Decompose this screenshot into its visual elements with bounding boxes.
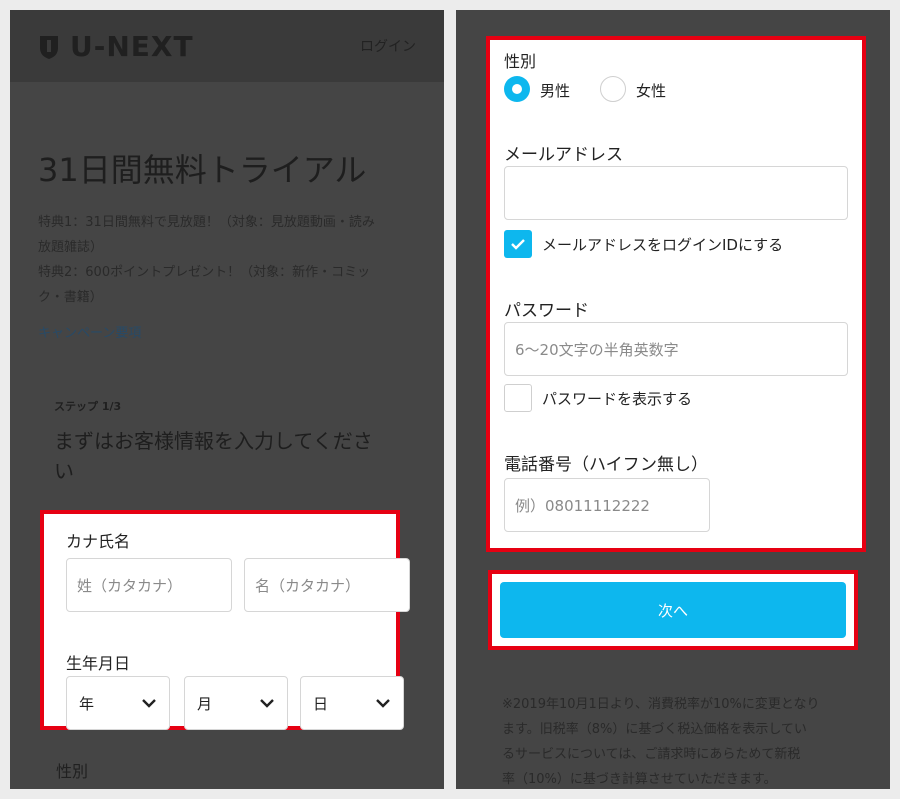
logo-text: U-NEXT <box>70 30 194 63</box>
birthdate-label: 生年月日 <box>66 654 131 673</box>
next-button[interactable]: 次へ <box>500 582 846 638</box>
password-input[interactable]: 6〜20文字の半角英数字 <box>504 322 848 376</box>
gender-label: 性別 <box>504 52 537 71</box>
step-indicator: ステップ 1/3 <box>54 400 122 413</box>
gender-female-radio[interactable] <box>600 76 626 102</box>
check-icon <box>511 239 525 250</box>
benefit-line: 特典1：31日間無料で見放題！（対象：見放題動画・読み <box>38 215 375 230</box>
right-screen: 性別 男性 女性 メールアドレス メールアドレスをログインIDにする パスワード… <box>456 10 890 789</box>
benefit-line: 特典2：600ポイントプレゼント！（対象：新作・コミッ <box>38 265 371 280</box>
campaign-terms-link[interactable]: キャンペーン要項 <box>38 322 141 341</box>
tax-notice-line: るサービスについては、ご請求時にあらためて新税 <box>502 747 801 762</box>
phone-placeholder: 例）08011112222 <box>515 496 650 515</box>
step-heading-line: まずはお客様情報を入力してくださ <box>54 429 373 453</box>
login-link[interactable]: ログイン <box>360 36 416 56</box>
birth-month-select[interactable]: 月 <box>184 676 288 730</box>
name-birth-form-highlight: カナ氏名 姓（カタカナ） 名（カタカナ） 生年月日 年 月 日 <box>40 510 410 730</box>
kana-first-name-input[interactable]: 名（カタカナ） <box>244 558 410 612</box>
gender-label-partial: 性別 <box>56 762 89 781</box>
tax-notice-line: ます。旧税率（8%）に基づく税込価格を表示してい <box>502 722 807 737</box>
email-input[interactable] <box>504 166 848 220</box>
benefits-text: 特典1：31日間無料で見放題！（対象：見放題動画・読み 放題雑誌） 特典2：60… <box>38 210 418 310</box>
email-as-login-id-label[interactable]: メールアドレスをログインIDにする <box>542 234 783 255</box>
kana-last-name-input[interactable]: 姓（カタカナ） <box>66 558 232 612</box>
show-password-checkbox[interactable] <box>504 384 532 412</box>
password-placeholder: 6〜20文字の半角英数字 <box>515 340 679 359</box>
show-password-label[interactable]: パスワードを表示する <box>542 388 692 409</box>
chevron-down-icon <box>142 699 156 708</box>
app-header: U-NEXT ログイン <box>10 10 444 82</box>
phone-input[interactable]: 例）08011112222 <box>504 478 710 532</box>
tax-notice-line: 率（10%）に基づき計算させていただきます。 <box>502 772 777 787</box>
birth-day-value: 日 <box>313 694 329 713</box>
unext-logo-icon <box>40 35 58 59</box>
phone-label: 電話番号（ハイフン無し） <box>504 455 708 475</box>
benefit-line: ク・書籍） <box>38 290 103 305</box>
page-title: 31日間無料トライアル <box>38 151 367 189</box>
birth-year-value: 年 <box>79 694 95 713</box>
kana-last-name-placeholder: 姓（カタカナ） <box>77 576 183 595</box>
left-screen: U-NEXT ログイン 31日間無料トライアル 特典1：31日間無料で見放題！（… <box>10 10 444 789</box>
step-heading: まずはお客様情報を入力してくださ い <box>54 426 414 486</box>
birth-year-select[interactable]: 年 <box>66 676 170 730</box>
gender-female-label[interactable]: 女性 <box>636 80 666 101</box>
tax-notice: ※2019年10月1日より、消費税率が10%に変更となり ます。旧税率（8%）に… <box>502 692 852 789</box>
email-as-login-id-checkbox[interactable] <box>504 230 532 258</box>
kana-first-name-placeholder: 名（カタカナ） <box>255 576 361 595</box>
tax-notice-line: ※2019年10月1日より、消費税率が10%に変更となり <box>502 697 820 712</box>
step-heading-line: い <box>54 459 74 483</box>
password-label: パスワード <box>504 301 589 321</box>
kana-name-label: カナ氏名 <box>66 532 131 551</box>
chevron-down-icon <box>260 699 274 708</box>
birth-day-select[interactable]: 日 <box>300 676 404 730</box>
next-button-highlight: 次へ <box>488 570 858 650</box>
account-form-highlight: 性別 男性 女性 メールアドレス メールアドレスをログインIDにする パスワード… <box>486 36 866 552</box>
logo[interactable]: U-NEXT <box>38 30 194 63</box>
benefit-line: 放題雑誌） <box>38 240 104 255</box>
gender-male-radio[interactable] <box>504 76 530 102</box>
chevron-down-icon <box>376 699 390 708</box>
birth-month-value: 月 <box>197 694 213 713</box>
email-label: メールアドレス <box>504 145 623 165</box>
gender-male-label[interactable]: 男性 <box>540 80 570 101</box>
